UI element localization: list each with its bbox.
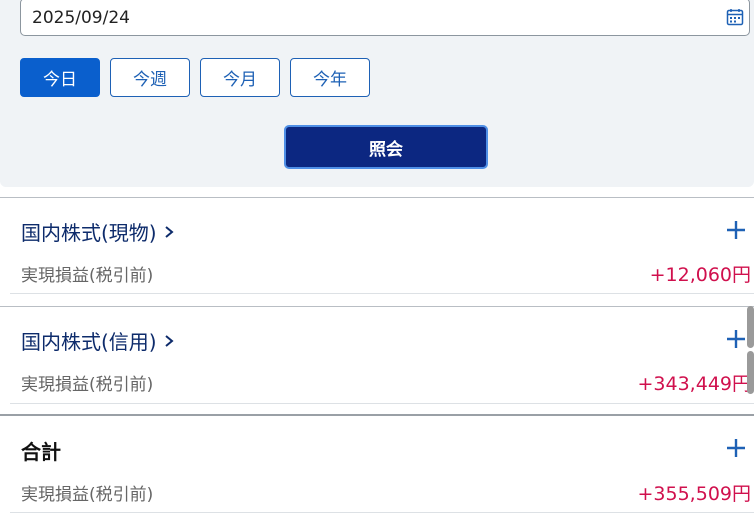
total-title: 合計 — [21, 436, 61, 465]
row-divider — [10, 293, 754, 294]
section-title-domestic-margin[interactable]: 国内株式(信用) — [21, 326, 174, 355]
section-title-label: 国内株式(信用) — [21, 330, 157, 354]
plus-icon[interactable] — [726, 329, 746, 349]
chevron-right-icon — [164, 334, 174, 347]
total-divider — [0, 414, 754, 416]
scrollbar-thumb[interactable] — [747, 351, 754, 394]
query-button[interactable]: 照会 — [284, 125, 488, 169]
section-title-label: 国内株式(現物) — [21, 221, 157, 245]
filter-panel: 2025/09/24 今日 今週 今月 今年 照会 — [0, 0, 754, 187]
realized-pl-value: +12,060円 — [649, 264, 751, 286]
plus-icon[interactable] — [726, 220, 746, 240]
period-week-button[interactable]: 今週 — [110, 58, 190, 97]
realized-pl-label: 実現損益(税引前) — [21, 375, 154, 395]
chevron-right-icon — [164, 225, 174, 238]
realized-pl-label: 実現損益(税引前) — [21, 485, 154, 505]
realized-pl-label: 実現損益(税引前) — [21, 266, 154, 286]
plus-icon[interactable] — [726, 438, 746, 458]
section-title-domestic-cash[interactable]: 国内株式(現物) — [21, 217, 174, 246]
period-month-button[interactable]: 今月 — [200, 58, 280, 97]
period-year-button[interactable]: 今年 — [290, 58, 370, 97]
scrollbar-thumb[interactable] — [747, 306, 754, 348]
realized-pl-value: +343,449円 — [637, 373, 752, 395]
section-divider — [0, 306, 754, 307]
realized-pl-value: +355,509円 — [637, 483, 752, 505]
row-divider — [10, 512, 754, 513]
calendar-icon[interactable] — [726, 8, 744, 26]
row-divider — [10, 403, 754, 404]
date-input[interactable]: 2025/09/24 — [20, 0, 750, 36]
period-today-button[interactable]: 今日 — [20, 58, 100, 97]
section-divider — [0, 197, 754, 198]
date-value: 2025/09/24 — [32, 8, 130, 28]
total-title-label: 合計 — [21, 440, 61, 464]
